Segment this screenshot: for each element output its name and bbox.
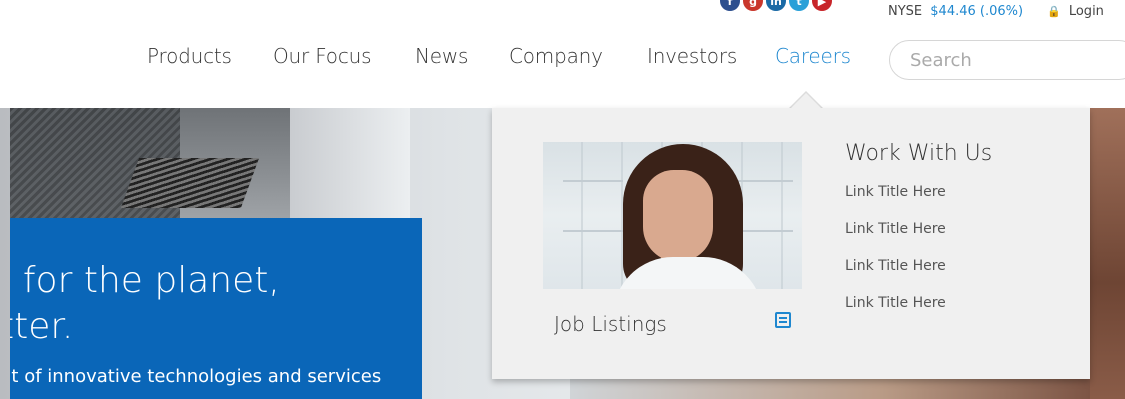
list-item[interactable]: Link Title Here xyxy=(845,184,946,221)
hero-headline-2: tter. xyxy=(10,306,74,347)
hero-bottom-photo xyxy=(570,378,1090,399)
utility-bar: f g in t ▶ NYSE $44.46 (.06%) 🔒 Login xyxy=(0,0,1125,22)
nav-item-news[interactable]: News xyxy=(415,44,468,68)
hero-device-vents xyxy=(120,158,260,208)
shelf-line xyxy=(733,180,793,182)
ticker-exchange: NYSE xyxy=(888,4,923,19)
dropdown-caret xyxy=(790,93,822,109)
shelf-line xyxy=(563,230,623,232)
search-input[interactable] xyxy=(889,40,1125,80)
hero-device-highlight xyxy=(290,108,410,223)
facebook-icon[interactable]: f xyxy=(720,0,740,11)
hero-subtext: nt of innovative technologies and servic… xyxy=(10,366,382,387)
job-listings-image[interactable] xyxy=(543,142,802,289)
list-item[interactable]: Link Title Here xyxy=(845,295,946,332)
youtube-icon[interactable]: ▶ xyxy=(812,0,832,11)
nav-item-company[interactable]: Company xyxy=(509,44,603,68)
twitter-icon[interactable]: t xyxy=(789,0,809,11)
lock-icon: 🔒 xyxy=(1047,5,1061,18)
hero-headline-1: , for the planet, xyxy=(10,260,280,301)
nav-item-careers[interactable]: Careers xyxy=(775,44,851,68)
login-link[interactable]: 🔒 Login xyxy=(1047,4,1104,19)
hero-text-panel: , for the planet, tter. nt of innovative… xyxy=(10,218,422,399)
shelf-line xyxy=(563,180,623,182)
hero-right-photo xyxy=(1090,108,1125,399)
nav-item-investors[interactable]: Investors xyxy=(647,44,737,68)
stock-ticker[interactable]: NYSE $44.46 (.06%) xyxy=(888,4,1023,19)
list-item[interactable]: Link Title Here xyxy=(845,221,946,258)
list-item[interactable]: Link Title Here xyxy=(845,258,946,295)
ticker-price: $44.46 (.06%) xyxy=(930,4,1024,19)
social-links: f g in t ▶ xyxy=(720,0,832,11)
nav-item-products[interactable]: Products xyxy=(147,44,232,68)
person-face xyxy=(643,170,713,262)
job-listings-link[interactable]: Job Listings xyxy=(554,312,667,336)
work-with-us-links: Link Title Here Link Title Here Link Tit… xyxy=(845,184,946,332)
login-label: Login xyxy=(1068,4,1104,19)
careers-dropdown: Job Listings Work With Us Link Title Her… xyxy=(492,108,1090,379)
nav-item-our-focus[interactable]: Our Focus xyxy=(273,44,372,68)
linkedin-icon[interactable]: in xyxy=(766,0,786,11)
work-with-us-heading: Work With Us xyxy=(845,141,993,166)
external-link-icon[interactable] xyxy=(775,312,791,328)
googleplus-icon[interactable]: g xyxy=(743,0,763,11)
